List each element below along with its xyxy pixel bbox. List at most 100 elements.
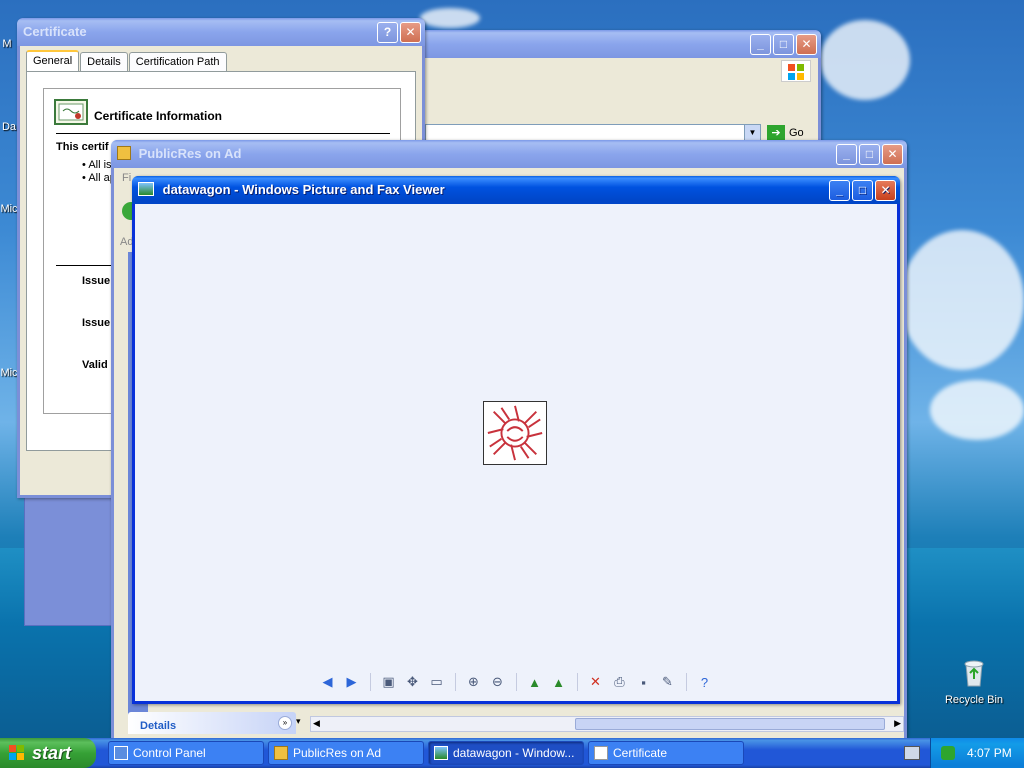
best-fit-icon: ▣ [382, 674, 395, 689]
maximize-button[interactable]: □ [852, 180, 873, 201]
previous-image-icon: ◀ [322, 674, 333, 689]
close-button[interactable]: ✕ [882, 144, 903, 165]
picture-viewer-window[interactable]: datawagon - Windows Picture and Fax View… [132, 176, 900, 704]
details-label: Details [140, 720, 177, 732]
help-button[interactable]: ? [696, 673, 714, 691]
toolbar-separator [576, 673, 578, 691]
taskbar-item-label: Control Panel [133, 746, 206, 760]
minimize-button[interactable]: _ [836, 144, 857, 165]
delete-icon: ✕ [590, 674, 601, 689]
help-button[interactable]: ? [377, 22, 398, 43]
folder-icon [274, 746, 288, 760]
scroll-left-icon[interactable]: ◀ [313, 718, 320, 729]
taskbar: start Control Panel PublicRes on Ad data… [0, 738, 1024, 768]
minimize-button[interactable]: _ [829, 180, 850, 201]
certificate-heading: Certificate Information [94, 109, 223, 123]
scroll-thumb[interactable] [575, 718, 885, 730]
zoom-in-button[interactable]: ⊕ [465, 673, 483, 691]
maximize-button[interactable]: □ [859, 144, 880, 165]
help-icon: ? [700, 674, 709, 690]
actual-size-button[interactable]: ✥ [404, 673, 422, 691]
publicres-title: PublicRes on Ad [138, 146, 242, 161]
taskbar-item-control-panel[interactable]: Control Panel [108, 741, 264, 765]
toolbar-separator [454, 673, 456, 691]
open-for-editing-button[interactable]: ✎ [659, 673, 677, 691]
zoom-out-icon: ⊖ [492, 674, 503, 689]
taskbar-item-certificate[interactable]: Certificate [588, 741, 744, 765]
minimize-button[interactable]: _ [750, 34, 771, 55]
background-window-titlebar[interactable]: _ □ ✕ [418, 30, 821, 58]
taskbar-item-label: PublicRes on Ad [293, 746, 382, 760]
cloud [930, 380, 1024, 440]
cloud [420, 8, 480, 28]
go-arrow-icon: ➔ [767, 125, 785, 141]
best-fit-button[interactable]: ▣ [380, 673, 398, 691]
background-window-body [24, 496, 114, 626]
issued-to-label: Issue [82, 275, 111, 287]
previous-image-button[interactable]: ◀ [319, 673, 337, 691]
rotate-clockwise-button[interactable]: ▲ [526, 673, 544, 691]
toolbar-separator [369, 673, 371, 691]
issued-by-label: Issue [82, 317, 111, 329]
taskbar-item-publicres[interactable]: PublicRes on Ad [268, 741, 424, 765]
chevron-down-icon[interactable]: ▼ [744, 125, 760, 141]
taskbar-item-label: datawagon - Window... [453, 746, 575, 760]
cloud [820, 20, 910, 100]
start-label: start [32, 743, 72, 763]
zoom-out-button[interactable]: ⊖ [489, 673, 507, 691]
clock[interactable]: 4:07 PM [967, 746, 1012, 760]
certificate-titlebar[interactable]: Certificate ? ✕ [17, 18, 425, 46]
tab-general[interactable]: General [26, 50, 80, 72]
print-button[interactable]: ⎙ [611, 673, 629, 691]
horizontal-scrollbar[interactable]: ◀ ▶ [310, 716, 904, 732]
toolbar-separator [685, 673, 687, 691]
delete-button[interactable]: ✕ [587, 673, 605, 691]
certificate-icon [54, 99, 88, 125]
certificate-title: Certificate [23, 24, 87, 39]
open-for-editing-icon: ✎ [662, 674, 673, 689]
details-panel-header[interactable]: Details » [128, 712, 296, 734]
windows-flag-icon [9, 745, 24, 760]
valid-from-label: Valid [82, 359, 108, 371]
certificate-icon [594, 746, 608, 760]
actual-size-icon: ✥ [407, 674, 418, 689]
background-window[interactable]: _ □ ✕ ▼ ➔ Go [418, 30, 821, 150]
close-button[interactable]: ✕ [875, 180, 896, 201]
close-button[interactable]: ✕ [796, 34, 817, 55]
close-button[interactable]: ✕ [400, 22, 421, 43]
chevron-down-icon[interactable]: » [278, 716, 292, 730]
scroll-right-icon[interactable]: ▶ [894, 718, 901, 729]
toolbar-separator [515, 673, 517, 691]
save-icon: ▪ [641, 674, 646, 690]
next-image-button[interactable]: ▶ [343, 673, 361, 691]
control-panel-icon [114, 746, 128, 760]
image-canvas: ◀ ▶ ▣ ✥ ▭ ⊕ ⊖ ▲ ▲ ✕ ⎙ ▪ ✎? [135, 204, 897, 701]
publicres-titlebar[interactable]: PublicRes on Ad _ □ ✕ [111, 140, 907, 168]
folder-icon [117, 146, 131, 160]
taskbar-item-label: Certificate [613, 746, 668, 760]
divider [56, 133, 390, 134]
zoom-in-icon: ⊕ [468, 674, 479, 689]
system-tray: 4:07 PM [930, 738, 1024, 768]
desktop-icon-recycle-bin[interactable]: Recycle Bin [944, 656, 1004, 706]
keyboard-icon[interactable] [904, 746, 920, 760]
picture-icon [138, 182, 154, 196]
viewer-titlebar[interactable]: datawagon - Windows Picture and Fax View… [132, 176, 900, 204]
next-image-icon: ▶ [346, 674, 357, 689]
start-button[interactable]: start [0, 738, 96, 768]
recycle-bin-icon [964, 660, 984, 687]
displayed-image [483, 401, 547, 465]
cloud [900, 230, 1024, 370]
network-icon[interactable] [941, 746, 955, 760]
chevron-down-icon[interactable]: ▾ [296, 716, 310, 732]
taskbar-item-picture-viewer[interactable]: datawagon - Window... [428, 741, 584, 765]
slideshow-button[interactable]: ▭ [428, 673, 446, 691]
rotate-clockwise-icon: ▲ [528, 674, 541, 690]
save-button[interactable]: ▪ [635, 673, 653, 691]
menu-file[interactable]: Fi [122, 172, 131, 184]
rotate-counterclockwise-button[interactable]: ▲ [550, 673, 568, 691]
certificate-purpose-text: This certif [56, 141, 109, 153]
go-label: Go [789, 127, 804, 139]
slideshow-icon: ▭ [430, 674, 443, 689]
maximize-button[interactable]: □ [773, 34, 794, 55]
